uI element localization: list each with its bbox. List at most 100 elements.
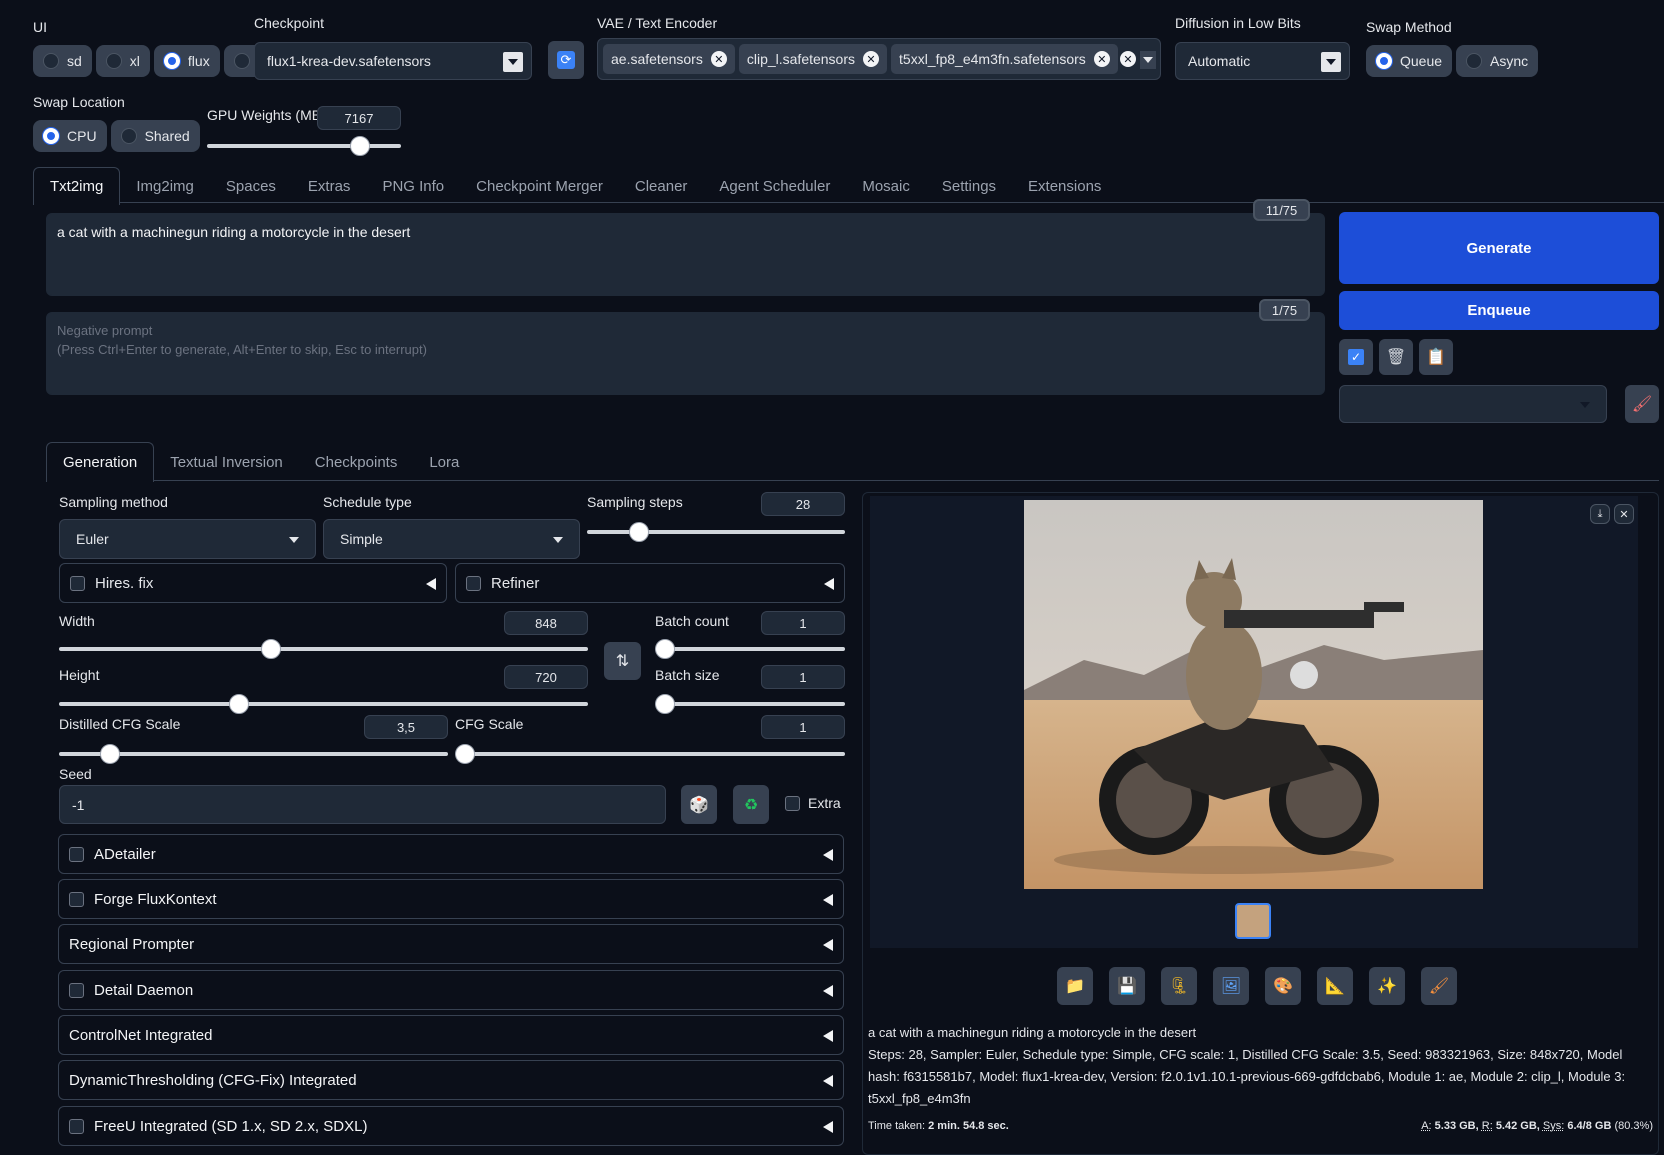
subtab-checkpoints[interactable]: Checkpoints bbox=[299, 442, 414, 482]
slider-thumb[interactable] bbox=[655, 694, 675, 714]
checkpoint-select[interactable]: flux1-krea-dev.safetensors bbox=[254, 42, 532, 80]
output-image[interactable] bbox=[1024, 500, 1483, 889]
upscale-button[interactable]: ✨ bbox=[1369, 967, 1405, 1005]
enqueue-button[interactable]: Enqueue bbox=[1339, 291, 1659, 330]
accordion-checkbox[interactable] bbox=[69, 982, 84, 998]
batch-size-input[interactable]: 1 bbox=[761, 665, 845, 689]
random-seed-button[interactable]: 🎲 bbox=[681, 785, 717, 824]
hires-fix-accordion[interactable]: Hires. fix bbox=[59, 563, 447, 603]
extra-checkbox[interactable] bbox=[785, 795, 800, 811]
slider-thumb[interactable] bbox=[455, 744, 475, 764]
zip-button[interactable]: 🗜 bbox=[1161, 967, 1197, 1005]
cfg-scale-slider[interactable] bbox=[455, 744, 845, 764]
thumbnail[interactable] bbox=[1235, 903, 1271, 939]
close-preview-button[interactable]: ✕ bbox=[1614, 504, 1634, 524]
reuse-seed-button[interactable]: ♻ bbox=[733, 785, 769, 824]
refiner-checkbox[interactable] bbox=[466, 575, 481, 591]
remove-tag-icon[interactable]: ✕ bbox=[1093, 51, 1110, 67]
tab-extras[interactable]: Extras bbox=[292, 167, 367, 205]
slider-thumb[interactable] bbox=[228, 694, 249, 714]
tab-txt2img[interactable]: Txt2img bbox=[33, 167, 121, 205]
sampling-method-select[interactable]: Euler bbox=[59, 519, 316, 559]
open-folder-button[interactable]: 📁 bbox=[1057, 967, 1093, 1005]
tab-img2img[interactable]: Img2img bbox=[120, 167, 210, 205]
accordion-freeu-integrated-sd-1-x-sd-2-x-sdxl[interactable]: FreeU Integrated (SD 1.x, SD 2.x, SDXL) bbox=[58, 1106, 844, 1146]
clipboard-button[interactable]: 📋 bbox=[1419, 339, 1453, 375]
batch-count-input[interactable]: 1 bbox=[761, 611, 845, 635]
schedule-type-select[interactable]: Simple bbox=[323, 519, 580, 559]
height-slider[interactable] bbox=[59, 694, 588, 714]
prompt-textarea[interactable]: a cat with a machinegun riding a motorcy… bbox=[46, 213, 1325, 296]
accordion-controlnet-integrated[interactable]: ControlNet Integrated bbox=[58, 1015, 844, 1055]
generate-button[interactable]: Generate bbox=[1339, 212, 1659, 284]
accordion-detail-daemon[interactable]: Detail Daemon bbox=[58, 970, 844, 1010]
distilled-cfg-slider[interactable] bbox=[59, 744, 448, 764]
edit-button[interactable]: 🖌 bbox=[1421, 967, 1457, 1005]
swap-method-queue[interactable]: Queue bbox=[1366, 45, 1453, 77]
accordion-dynamicthresholding-cfg-fix-integrated[interactable]: DynamicThresholding (CFG-Fix) Integrated bbox=[58, 1060, 844, 1100]
tab-png-info[interactable]: PNG Info bbox=[366, 167, 460, 205]
remove-tag-icon[interactable]: ✕ bbox=[863, 51, 880, 67]
vae-multiselect[interactable]: ae.safetensors ✕ clip_l.safetensors ✕ t5xx… bbox=[597, 38, 1161, 80]
send-to-img2img-button[interactable]: 🖼 bbox=[1213, 967, 1249, 1005]
remove-tag-icon[interactable]: ✕ bbox=[710, 51, 727, 67]
subtab-lora[interactable]: Lora bbox=[413, 442, 475, 482]
sampling-steps-slider[interactable] bbox=[587, 522, 845, 542]
tab-checkpoint-merger[interactable]: Checkpoint Merger bbox=[460, 167, 619, 205]
negative-prompt-textarea[interactable]: Negative prompt (Press Ctrl+Enter to gen… bbox=[46, 312, 1325, 395]
edit-styles-button[interactable]: 🖌 bbox=[1625, 385, 1659, 423]
accordion-adetailer[interactable]: ADetailer bbox=[58, 834, 844, 874]
slider-thumb[interactable] bbox=[260, 639, 281, 659]
swap-dimensions-button[interactable]: ⇅ bbox=[604, 642, 641, 680]
ui-option-sd[interactable]: sd bbox=[33, 45, 92, 77]
send-to-inpaint-button[interactable]: 🎨 bbox=[1265, 967, 1301, 1005]
sampling-steps-input[interactable]: 28 bbox=[761, 492, 845, 516]
tab-settings[interactable]: Settings bbox=[926, 167, 1012, 205]
accordion-checkbox[interactable] bbox=[69, 846, 84, 862]
tab-spaces[interactable]: Spaces bbox=[210, 167, 292, 205]
accordion-checkbox[interactable] bbox=[69, 1118, 84, 1134]
extra-seed-toggle[interactable]: Extra bbox=[785, 795, 841, 811]
download-button[interactable]: ⤓ bbox=[1590, 504, 1610, 524]
cfg-scale-input[interactable]: 1 bbox=[761, 715, 845, 739]
width-slider[interactable] bbox=[59, 639, 588, 659]
slider-thumb[interactable] bbox=[350, 136, 371, 156]
batch-count-slider[interactable] bbox=[655, 639, 845, 659]
width-input[interactable]: 848 bbox=[504, 611, 588, 635]
slider-thumb[interactable] bbox=[655, 639, 675, 659]
lowbits-select[interactable]: Automatic bbox=[1175, 42, 1350, 80]
swap-location-cpu[interactable]: CPU bbox=[33, 120, 107, 152]
subtab-generation[interactable]: Generation bbox=[46, 442, 155, 482]
gpu-weights-slider[interactable] bbox=[207, 136, 401, 156]
clear-all-icon[interactable]: ✕ bbox=[1120, 51, 1136, 67]
clear-prompt-button[interactable]: 🗑 bbox=[1379, 339, 1413, 375]
tab-extensions[interactable]: Extensions bbox=[1012, 167, 1117, 205]
send-to-extras-button[interactable]: 📐 bbox=[1317, 967, 1353, 1005]
swap-method-async[interactable]: Async bbox=[1456, 45, 1539, 77]
tab-agent-scheduler[interactable]: Agent Scheduler bbox=[703, 167, 846, 205]
batch-size-slider[interactable] bbox=[655, 694, 845, 714]
refresh-button[interactable]: ⟳ bbox=[548, 41, 584, 79]
hires-fix-checkbox[interactable] bbox=[70, 575, 85, 591]
tab-mosaic[interactable]: Mosaic bbox=[846, 167, 926, 205]
slider-thumb[interactable] bbox=[99, 744, 120, 764]
seed-input[interactable]: -1 bbox=[59, 785, 666, 824]
gpu-weights-input[interactable]: 7167 bbox=[317, 106, 401, 130]
styles-select[interactable] bbox=[1339, 385, 1607, 423]
tab-cleaner[interactable]: Cleaner bbox=[619, 167, 704, 205]
swap-location-radio-group: CPU Shared bbox=[33, 120, 200, 152]
ui-option-xl[interactable]: xl bbox=[95, 45, 150, 77]
height-input[interactable]: 720 bbox=[504, 665, 588, 689]
slider-thumb[interactable] bbox=[628, 522, 649, 542]
chevron-down-icon[interactable] bbox=[1140, 51, 1156, 69]
subtab-textual-inversion[interactable]: Textual Inversion bbox=[154, 442, 299, 482]
save-button[interactable]: 💾 bbox=[1109, 967, 1145, 1005]
accordion-forge-fluxkontext[interactable]: Forge FluxKontext bbox=[58, 879, 844, 919]
accordion-regional-prompter[interactable]: Regional Prompter bbox=[58, 924, 844, 964]
refiner-accordion[interactable]: Refiner bbox=[455, 563, 845, 603]
swap-location-shared[interactable]: Shared bbox=[110, 120, 200, 152]
apply-styles-button[interactable]: ✓ bbox=[1339, 339, 1373, 375]
distilled-cfg-input[interactable]: 3,5 bbox=[364, 715, 448, 739]
ui-option-flux[interactable]: flux bbox=[153, 45, 220, 77]
accordion-checkbox[interactable] bbox=[69, 891, 84, 907]
